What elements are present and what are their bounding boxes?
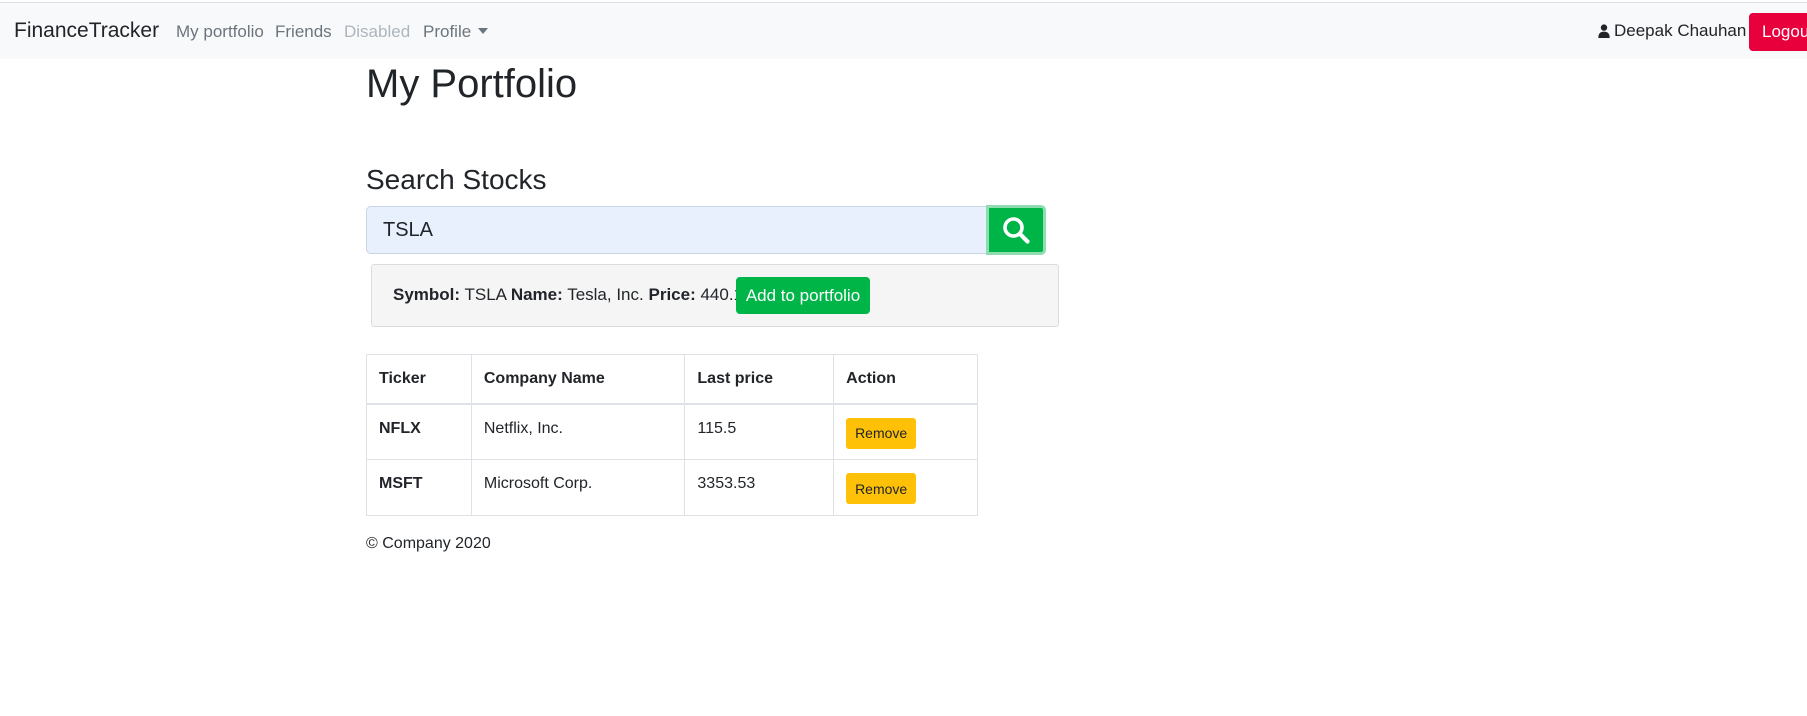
price-cell: 3353.53 [684, 459, 835, 516]
search-result-card: Symbol: TSLA Name: Tesla, Inc. Price: 44… [371, 264, 1059, 327]
company-cell: Microsoft Corp. [470, 459, 686, 516]
name-value: Tesla, Inc. [567, 285, 644, 304]
header-action: Action [833, 354, 978, 405]
table-header-row: Ticker Company Name Last price Action [366, 354, 978, 405]
nav-my-portfolio[interactable]: My portfolio [176, 22, 264, 42]
price-label: Price: [648, 285, 696, 304]
add-to-portfolio-button[interactable]: Add to portfolio [736, 277, 870, 314]
name-label: Name: [510, 285, 563, 304]
symbol-value: TSLA [464, 285, 507, 304]
nav-profile-dropdown[interactable]: Profile [423, 22, 489, 42]
search-icon [1003, 217, 1030, 244]
search-heading: Search Stocks [366, 164, 547, 195]
user-name: Deepak Chauhan [1614, 21, 1747, 40]
search-result-text: Symbol: TSLA Name: Tesla, Inc. Price: 44… [393, 285, 752, 305]
user-icon [1598, 24, 1610, 38]
current-user: Deepak Chauhan [1598, 21, 1746, 41]
action-cell: Remove [833, 459, 978, 516]
header-last-price: Last price [684, 354, 835, 405]
remove-button[interactable]: Remove [846, 417, 917, 449]
table-row: NFLX Netflix, Inc. 115.5 Remove [366, 403, 978, 460]
nav-disabled: Disabled [344, 22, 411, 41]
nav-profile-label: Profile [423, 22, 472, 41]
table-row: MSFT Microsoft Corp. 3353.53 Remove [366, 459, 978, 516]
portfolio-table: Ticker Company Name Last price Action NF… [366, 354, 978, 516]
logout-button[interactable]: Logou [1749, 13, 1807, 51]
header-company-name: Company Name [470, 354, 686, 405]
ticker-cell: NFLX [366, 403, 472, 460]
search-input[interactable] [366, 206, 987, 254]
symbol-label: Symbol: [393, 285, 461, 304]
company-cell: Netflix, Inc. [470, 403, 686, 460]
action-cell: Remove [833, 403, 978, 460]
footer-copyright: © Company 2020 [366, 535, 491, 552]
remove-button[interactable]: Remove [846, 473, 917, 504]
ticker-cell: MSFT [366, 459, 472, 516]
header-ticker: Ticker [366, 354, 472, 405]
caret-down-icon [478, 28, 489, 34]
search-button[interactable] [986, 205, 1046, 255]
page-title: My Portfolio [366, 62, 578, 106]
price-cell: 115.5 [684, 403, 835, 460]
top-navbar: FinanceTracker My portfolio Friends Disa… [0, 2, 1807, 59]
brand-link[interactable]: FinanceTracker [14, 19, 159, 43]
nav-friends[interactable]: Friends [275, 22, 332, 42]
